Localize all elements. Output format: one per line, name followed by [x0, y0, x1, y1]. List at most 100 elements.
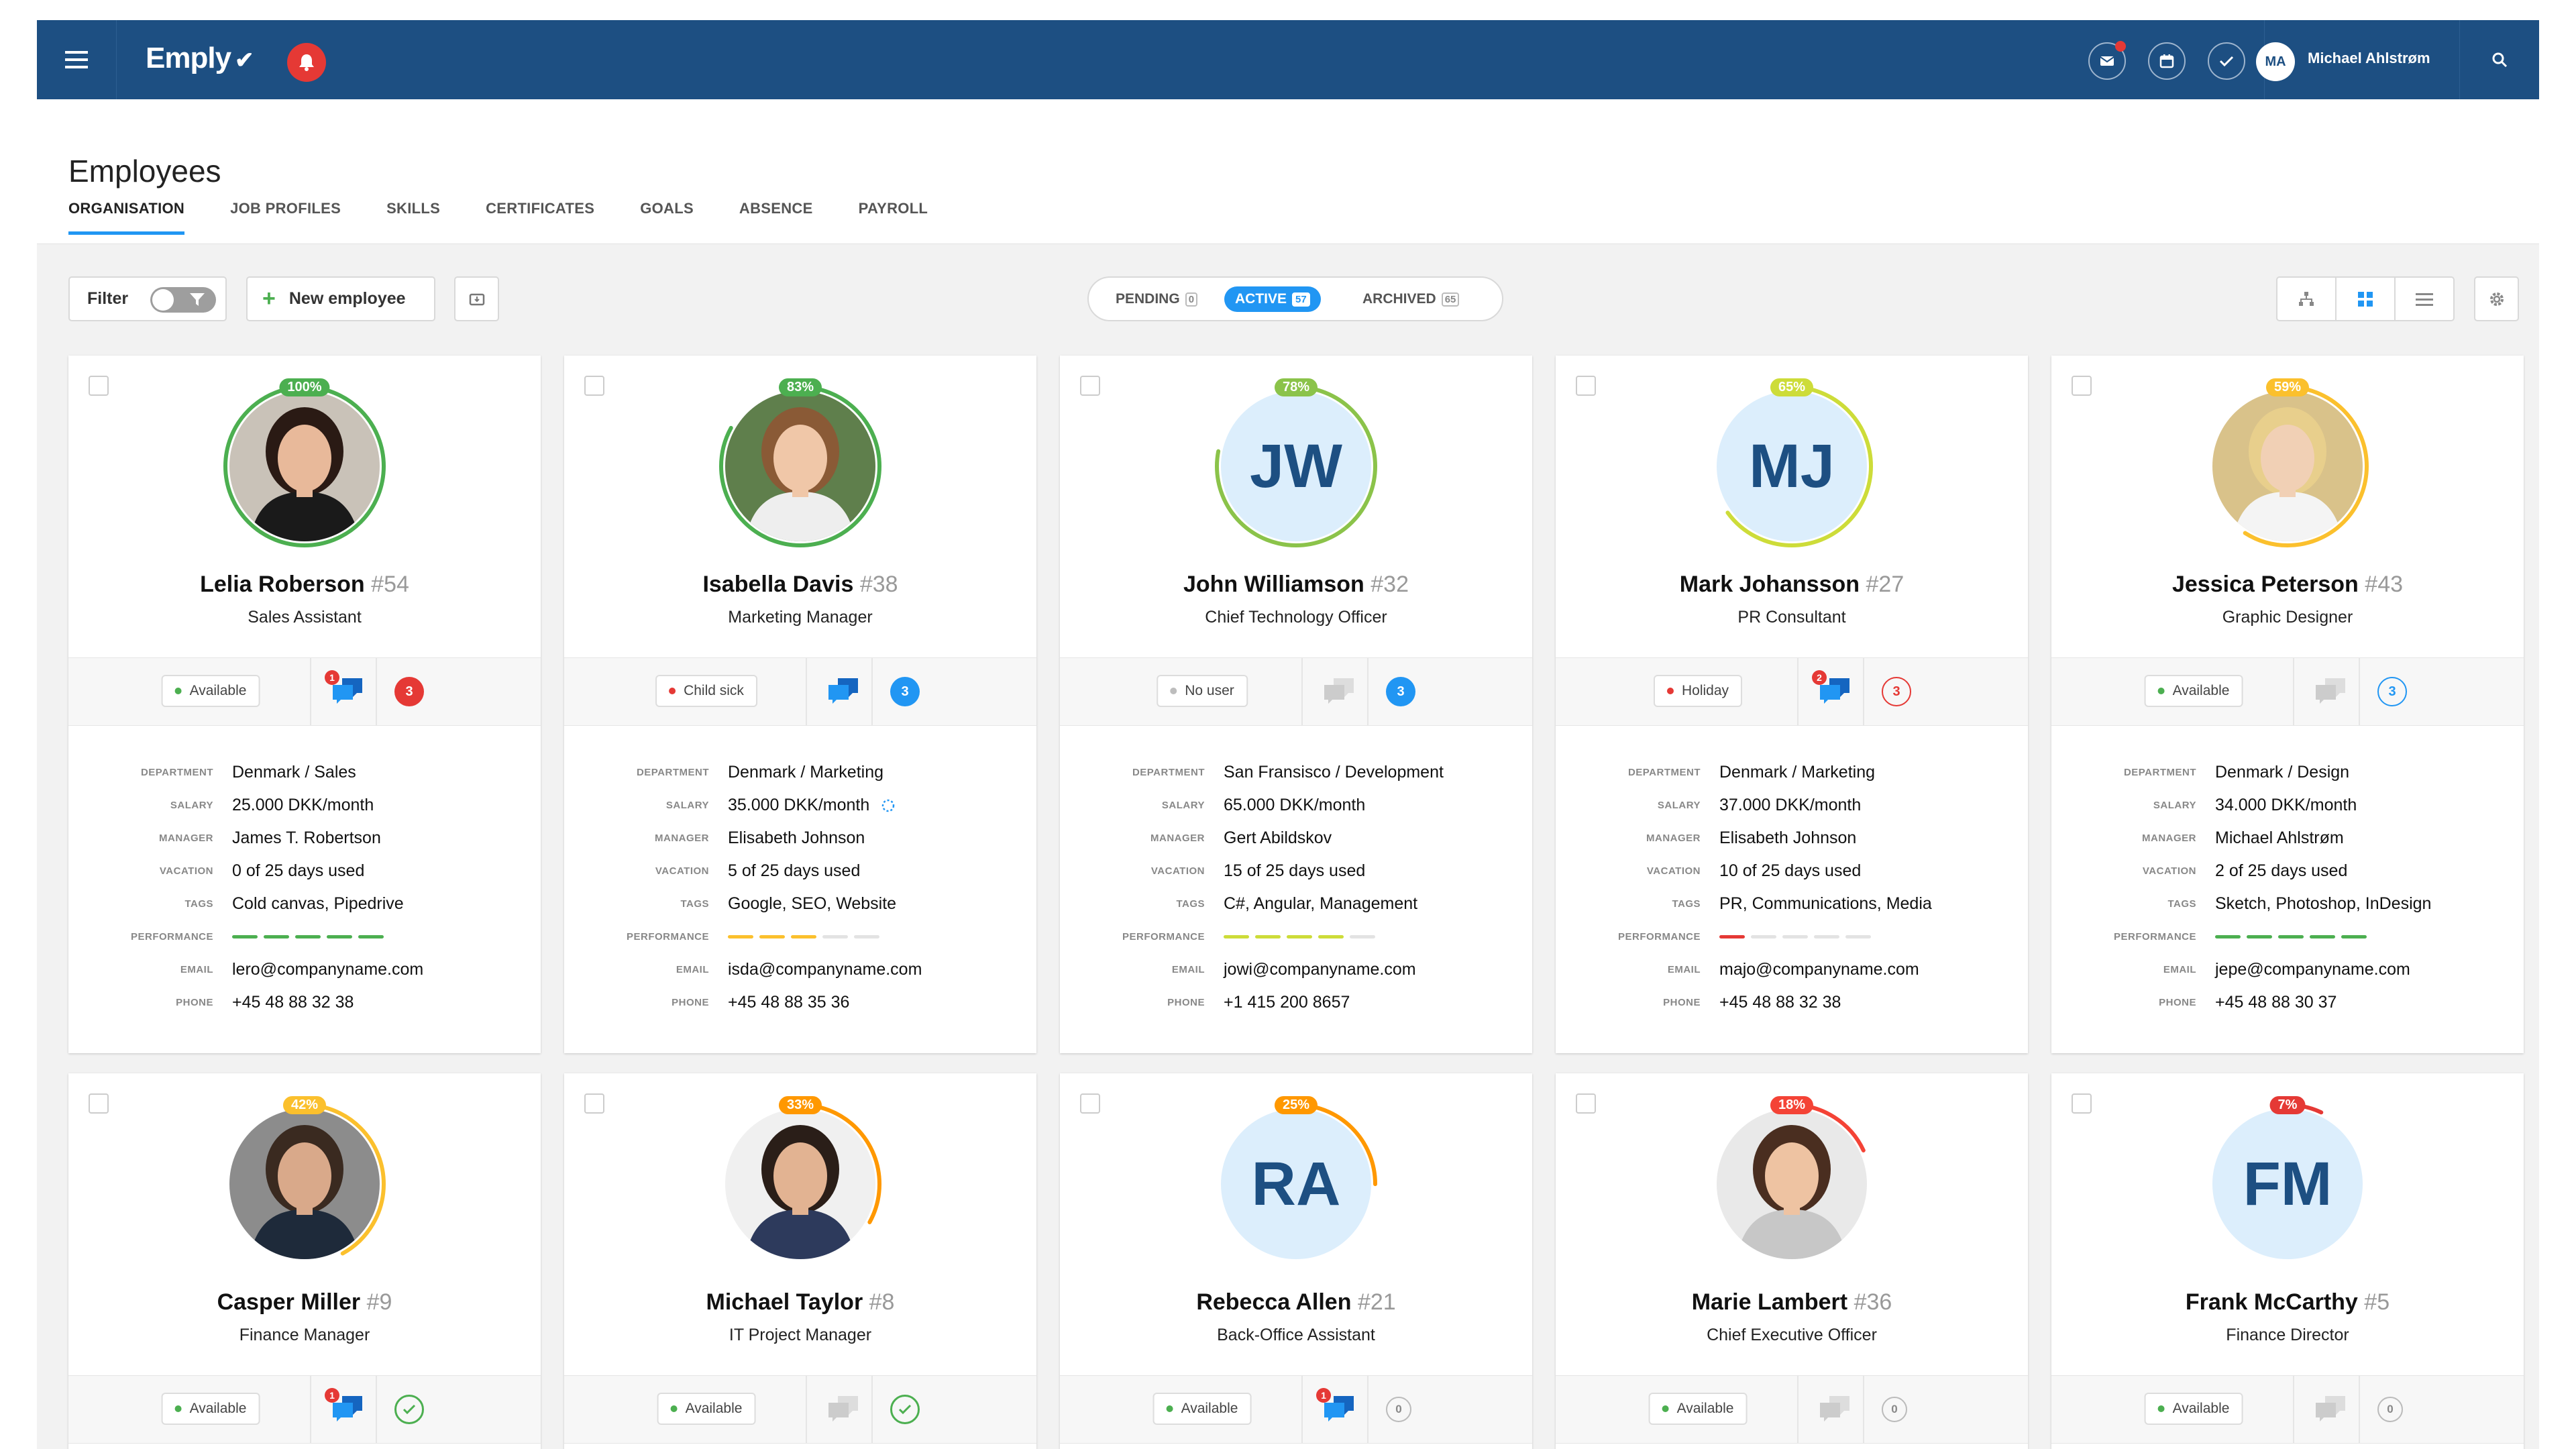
- notes-count-badge[interactable]: 3: [1386, 677, 1415, 706]
- avatar[interactable]: JW 78%: [1212, 378, 1380, 550]
- tab-organisation[interactable]: ORGANISATION: [68, 200, 185, 235]
- employee-name-line[interactable]: Casper Miller #9: [68, 1289, 541, 1316]
- employee-name-line[interactable]: Michael Taylor #8: [564, 1289, 1036, 1316]
- notes-count-badge[interactable]: 3: [1882, 677, 1911, 706]
- employee-name-line[interactable]: Jessica Peterson #43: [2051, 572, 2524, 598]
- employee-card[interactable]: 83% Isabella Davis #38 Marketing Manager…: [564, 356, 1036, 1053]
- segment-active[interactable]: ACTIVE 57: [1224, 286, 1321, 312]
- employee-name-line[interactable]: John Williamson #32: [1060, 572, 1532, 598]
- employee-card[interactable]: 42% Casper Miller #9 Finance Manager Ava…: [68, 1073, 541, 1449]
- notification-bell-button[interactable]: [287, 43, 326, 82]
- select-checkbox[interactable]: [1576, 376, 1596, 396]
- notes-count-badge[interactable]: 3: [890, 677, 920, 706]
- chat-button[interactable]: [826, 1393, 861, 1426]
- select-checkbox[interactable]: [1080, 1093, 1100, 1114]
- chat-button[interactable]: [1817, 1393, 1852, 1426]
- approved-check-badge[interactable]: [890, 1395, 920, 1424]
- select-checkbox[interactable]: [584, 376, 604, 396]
- employee-card[interactable]: 100% Lelia Roberson #54 Sales Assistant …: [68, 356, 541, 1053]
- tab-absence[interactable]: ABSENCE: [739, 200, 813, 235]
- tasks-button[interactable]: [2208, 42, 2245, 80]
- chat-button[interactable]: 1: [325, 670, 365, 708]
- tab-payroll[interactable]: PAYROLL: [859, 200, 928, 235]
- department-value: Denmark / Sales: [232, 763, 356, 782]
- status-badge[interactable]: Child sick: [655, 675, 757, 707]
- employee-name-line[interactable]: Lelia Roberson #54: [68, 572, 541, 598]
- status-badge[interactable]: Available: [161, 1393, 260, 1425]
- notes-count-badge[interactable]: 0: [1882, 1397, 1907, 1422]
- select-checkbox[interactable]: [1080, 376, 1100, 396]
- employee-name-line[interactable]: Marie Lambert #36: [1556, 1289, 2028, 1316]
- chat-button[interactable]: 2: [1812, 670, 1852, 708]
- employee-card[interactable]: RA 25% Rebecca Allen #21 Back-Office Ass…: [1060, 1073, 1532, 1449]
- avatar[interactable]: 18%: [1708, 1096, 1876, 1268]
- filter-button[interactable]: Filter: [68, 276, 227, 321]
- org-chart-view-button[interactable]: [2277, 278, 2337, 320]
- employee-name-line[interactable]: Frank McCarthy #5: [2051, 1289, 2524, 1316]
- select-checkbox[interactable]: [89, 376, 109, 396]
- avatar[interactable]: RA 25%: [1212, 1096, 1380, 1268]
- status-badge[interactable]: Available: [161, 675, 260, 707]
- employee-card[interactable]: 33% Michael Taylor #8 IT Project Manager…: [564, 1073, 1036, 1449]
- select-checkbox[interactable]: [2072, 1093, 2092, 1114]
- tab-goals[interactable]: GOALS: [640, 200, 694, 235]
- avatar[interactable]: 100%: [221, 378, 388, 550]
- avatar[interactable]: 42%: [221, 1096, 388, 1268]
- employee-card[interactable]: 59% Jessica Peterson #43 Graphic Designe…: [2051, 356, 2524, 1053]
- chat-button[interactable]: [826, 676, 861, 708]
- user-avatar[interactable]: MA: [2256, 42, 2295, 81]
- avatar[interactable]: 59%: [2204, 378, 2371, 550]
- email-row: EMAIL jowi@companyname.com: [1060, 953, 1532, 986]
- tab-job-profiles[interactable]: JOB PROFILES: [230, 200, 341, 235]
- chat-button[interactable]: [1322, 676, 1356, 708]
- tab-certificates[interactable]: CERTIFICATES: [486, 200, 594, 235]
- chat-button[interactable]: 1: [325, 1388, 365, 1426]
- chat-button[interactable]: [2313, 1393, 2348, 1426]
- app-logo[interactable]: Emply ✔: [146, 42, 254, 75]
- employee-card[interactable]: 18% Marie Lambert #36 Chief Executive Of…: [1556, 1073, 2028, 1449]
- employee-name-line[interactable]: Mark Johansson #27: [1556, 572, 2028, 598]
- calendar-button[interactable]: [2148, 42, 2186, 80]
- user-name[interactable]: Michael Ahlstrøm: [2308, 50, 2430, 67]
- tab-skills[interactable]: SKILLS: [386, 200, 440, 235]
- status-badge[interactable]: No user: [1157, 675, 1248, 707]
- employee-card[interactable]: JW 78% John Williamson #32 Chief Technol…: [1060, 356, 1532, 1053]
- segment-archived[interactable]: ARCHIVED 65: [1352, 286, 1470, 312]
- mail-button[interactable]: [2088, 41, 2126, 80]
- employee-name-line[interactable]: Isabella Davis #38: [564, 572, 1036, 598]
- avatar[interactable]: FM 7%: [2204, 1096, 2371, 1268]
- status-badge[interactable]: Holiday: [1653, 675, 1743, 707]
- status-badge[interactable]: Available: [2144, 675, 2243, 707]
- notes-count-badge[interactable]: 0: [2377, 1397, 2403, 1422]
- select-checkbox[interactable]: [89, 1093, 109, 1114]
- select-checkbox[interactable]: [1576, 1093, 1596, 1114]
- select-checkbox[interactable]: [2072, 376, 2092, 396]
- avatar[interactable]: 33%: [716, 1096, 884, 1268]
- status-badge[interactable]: Available: [1152, 1393, 1252, 1425]
- status-badge[interactable]: Available: [1648, 1393, 1748, 1425]
- segment-pending[interactable]: PENDING 0: [1105, 286, 1208, 312]
- chat-button[interactable]: [2313, 676, 2348, 708]
- search-button[interactable]: [2459, 20, 2539, 99]
- status-badge[interactable]: Available: [2144, 1393, 2243, 1425]
- avatar[interactable]: MJ 65%: [1708, 378, 1876, 550]
- export-button[interactable]: [454, 276, 499, 321]
- settings-button[interactable]: [2474, 276, 2519, 321]
- employee-name-line[interactable]: Rebecca Allen #21: [1060, 1289, 1532, 1316]
- employee-card[interactable]: FM 7% Frank McCarthy #5 Finance Director…: [2051, 1073, 2524, 1449]
- list-view-button[interactable]: [2396, 278, 2453, 320]
- status-badge[interactable]: Available: [657, 1393, 756, 1425]
- chat-button[interactable]: 1: [1316, 1388, 1356, 1426]
- notes-count-badge[interactable]: 3: [394, 677, 424, 706]
- approved-check-badge[interactable]: [394, 1395, 424, 1424]
- notes-count-badge[interactable]: 0: [1386, 1397, 1411, 1422]
- hamburger-menu-button[interactable]: [37, 20, 117, 99]
- filter-toggle[interactable]: [150, 287, 216, 313]
- new-employee-button[interactable]: + New employee: [246, 276, 435, 321]
- select-checkbox[interactable]: [584, 1093, 604, 1114]
- avatar[interactable]: 83%: [716, 378, 884, 550]
- employee-card[interactable]: MJ 65% Mark Johansson #27 PR Consultant …: [1556, 356, 2028, 1053]
- notes-count-badge[interactable]: 3: [2377, 677, 2407, 706]
- grid-view-button[interactable]: [2337, 278, 2396, 320]
- department-value: Denmark / Design: [2215, 763, 2350, 782]
